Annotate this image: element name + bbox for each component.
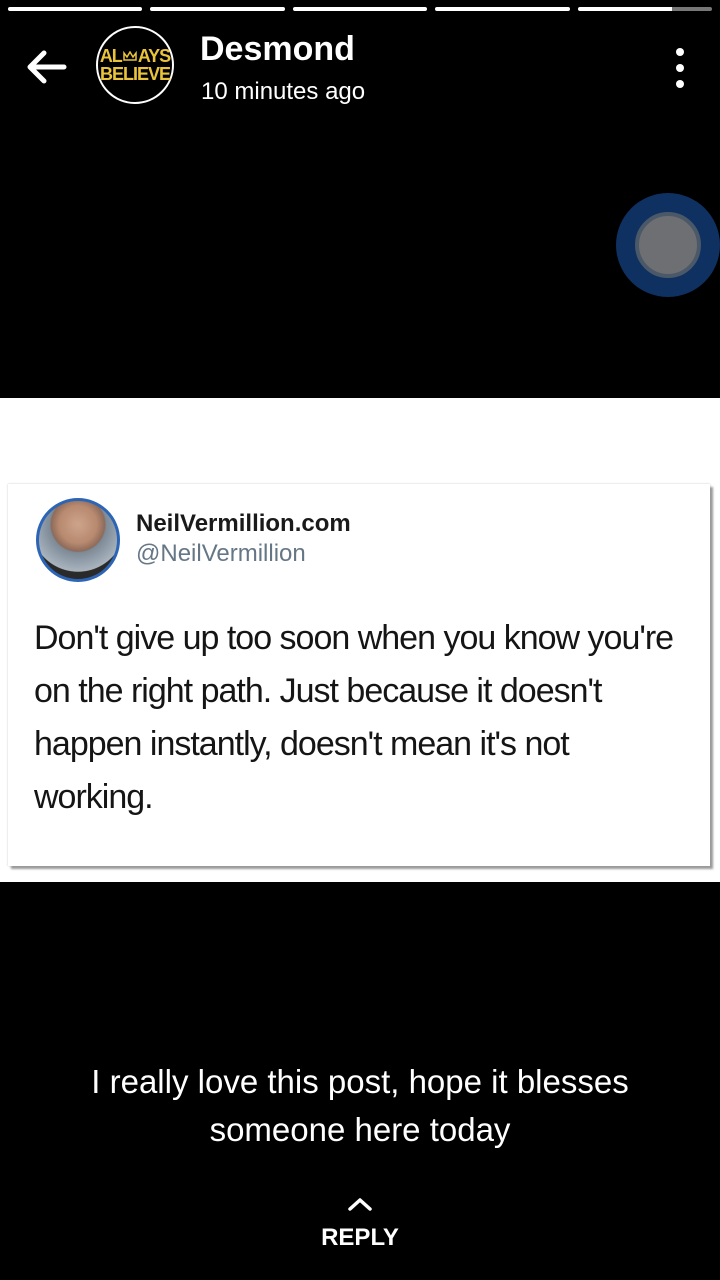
author-name[interactable]: Desmond xyxy=(200,30,355,69)
more-vertical-icon[interactable] xyxy=(674,48,686,88)
progress-segment-current xyxy=(577,7,713,11)
tweet-card: NeilVermillion.com @NeilVermillion Don't… xyxy=(8,484,710,866)
logo-text-line: BELIEVE xyxy=(99,64,171,84)
author-avatar[interactable]: AL AYS BELIEVE xyxy=(96,26,174,104)
progress-segment xyxy=(8,7,143,11)
story-media: NeilVermillion.com @NeilVermillion Don't… xyxy=(0,398,720,882)
logo-text-part: AL xyxy=(99,46,123,66)
tweet-text: Don't give up too soon when you know you… xyxy=(34,619,674,816)
story-progress-bar xyxy=(8,7,713,11)
arrow-left-icon[interactable] xyxy=(24,46,70,88)
crown-icon xyxy=(123,51,137,61)
reply-button[interactable]: REPLY xyxy=(0,1224,720,1252)
tweet-handle: @NeilVermillion xyxy=(136,540,306,567)
tweet-display-name: NeilVermillion.com xyxy=(136,510,351,537)
reply-area[interactable]: REPLY xyxy=(0,1196,720,1252)
story-header: AL AYS BELIEVE Desmond 10 minutes ago xyxy=(0,26,720,106)
logo-text-part: AYS xyxy=(137,46,171,66)
story-caption: I really love this post, hope it blesses… xyxy=(91,1063,629,1148)
progress-segment xyxy=(292,7,428,11)
chevron-up-icon[interactable] xyxy=(347,1196,373,1212)
post-timestamp: 10 minutes ago xyxy=(201,78,366,105)
floating-action-button[interactable] xyxy=(616,193,720,297)
tweet-author-avatar xyxy=(36,498,120,582)
floating-button-knob xyxy=(635,212,701,278)
progress-segment xyxy=(150,7,285,11)
progress-segment xyxy=(435,7,570,11)
